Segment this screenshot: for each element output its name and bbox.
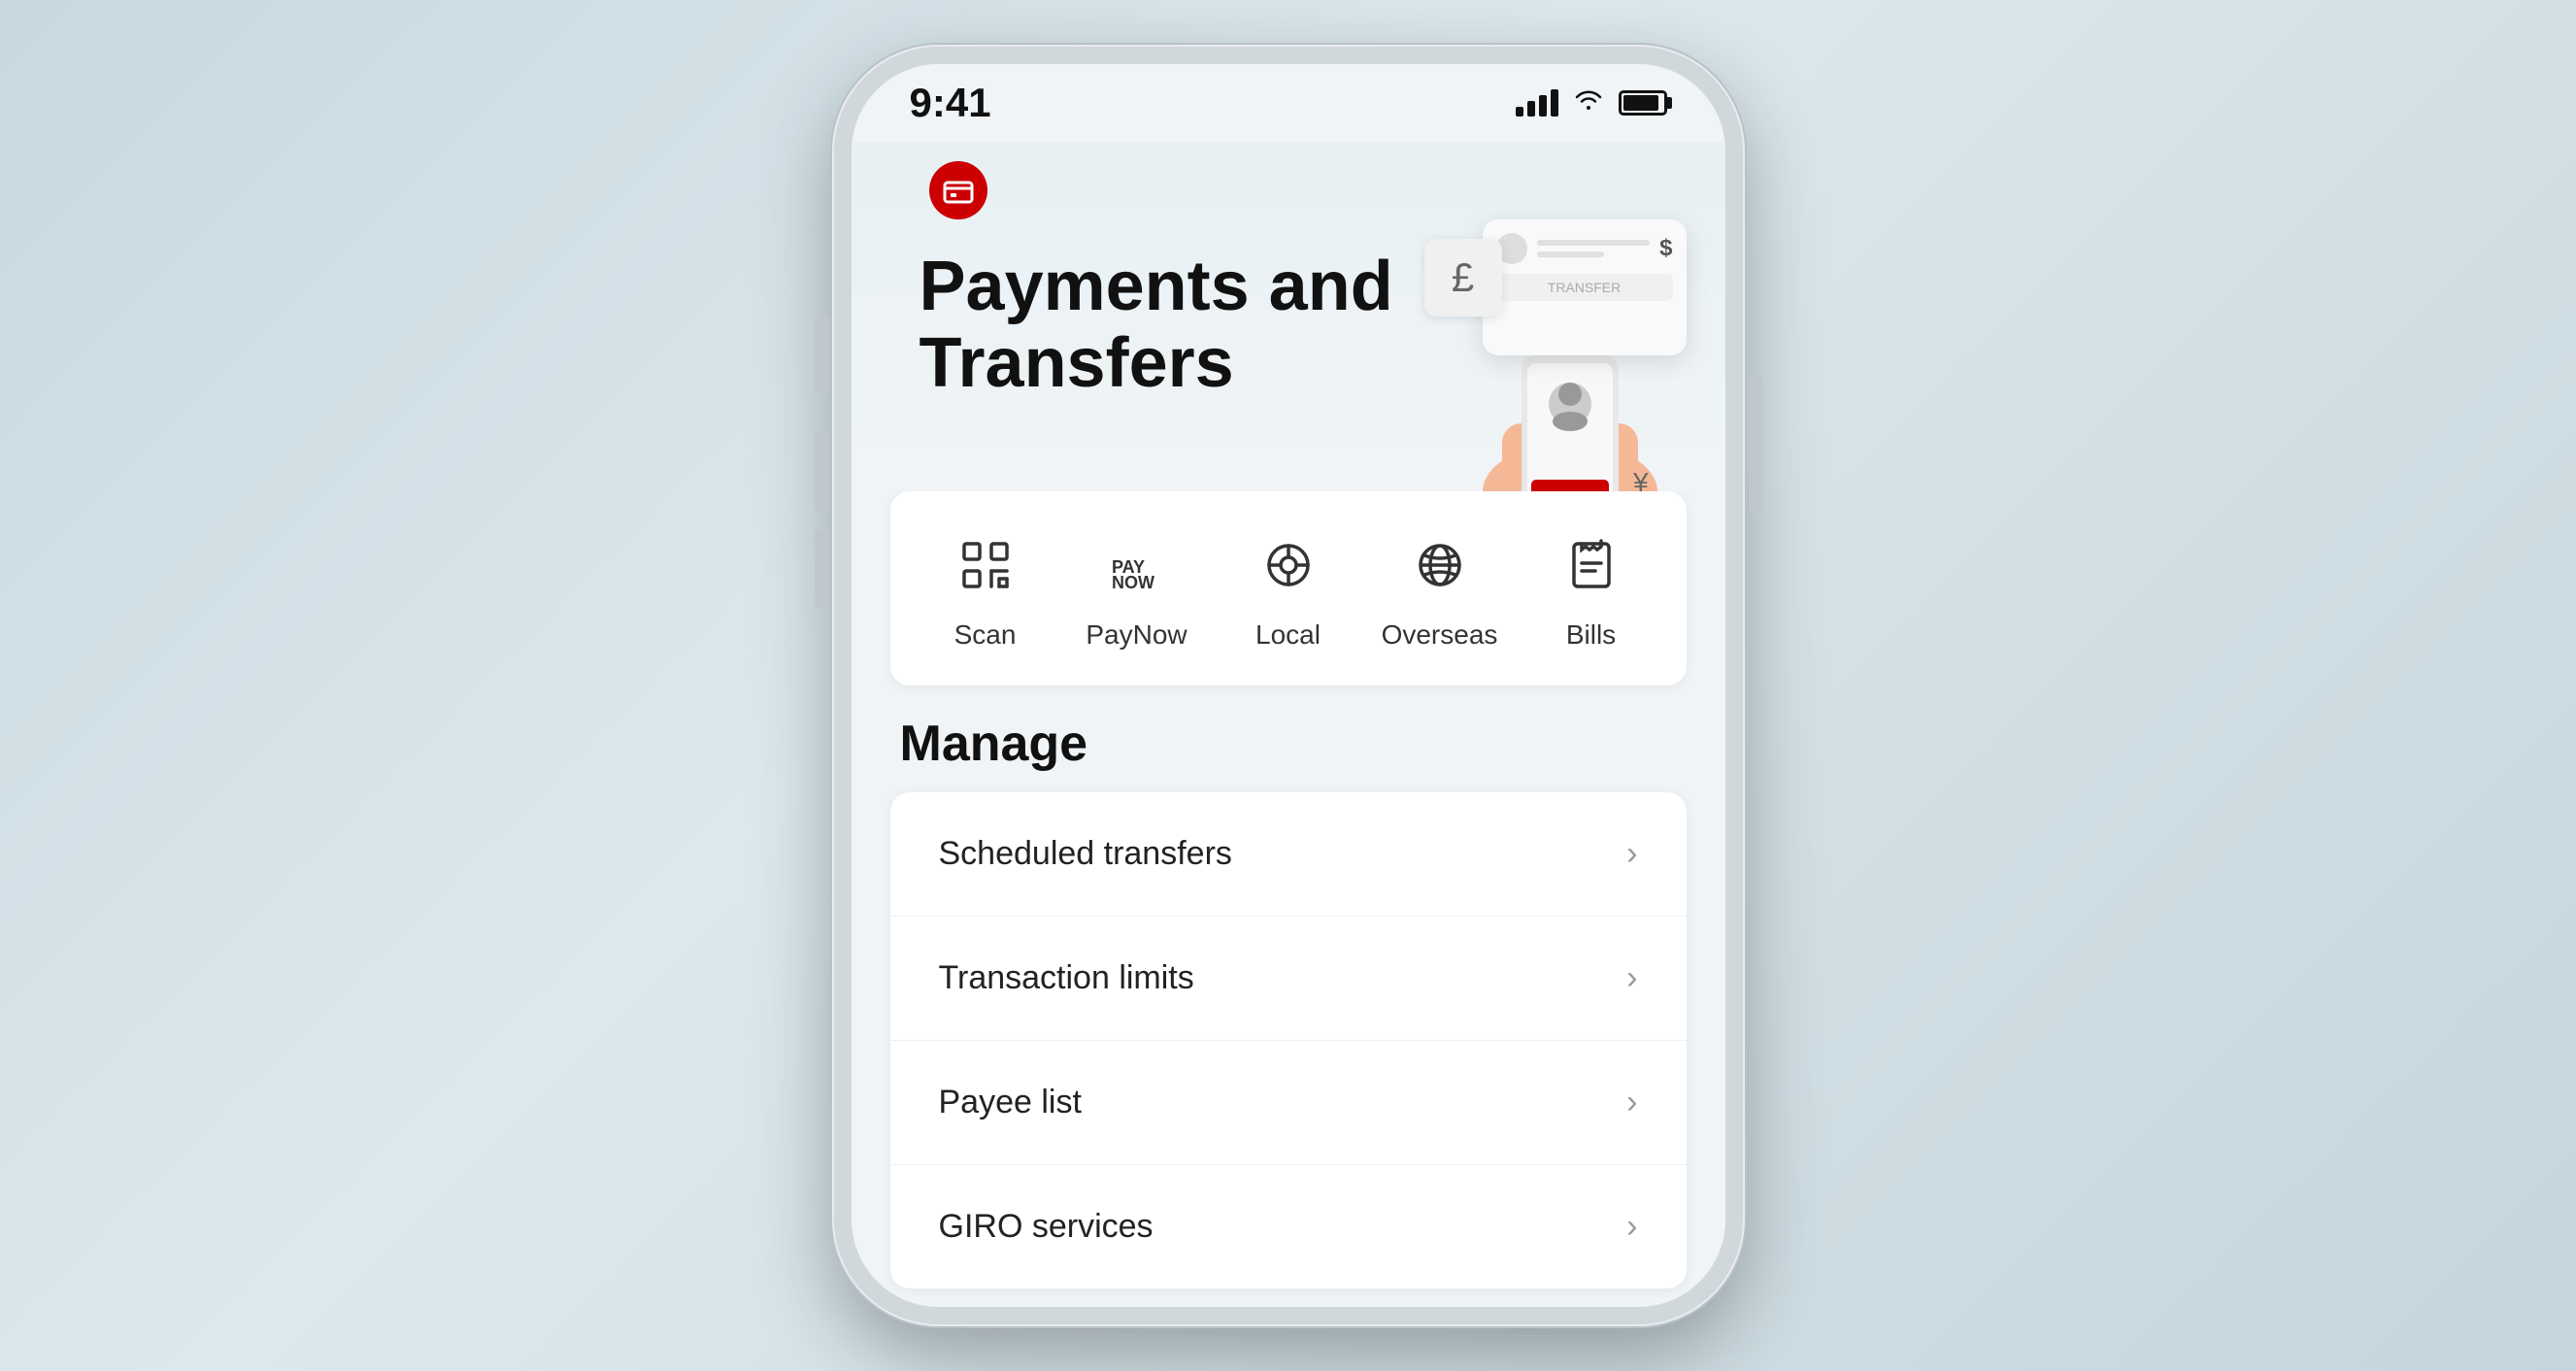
action-overseas-label: Overseas bbox=[1382, 619, 1498, 651]
giro-services-label: GIRO services bbox=[939, 1208, 1154, 1246]
manage-item-scheduled-transfers[interactable]: Scheduled transfers › bbox=[890, 792, 1687, 917]
wifi-icon bbox=[1574, 87, 1603, 118]
chevron-right-icon: › bbox=[1626, 959, 1637, 997]
phone-screen: 9:41 bbox=[852, 64, 1725, 1307]
battery-icon bbox=[1619, 90, 1667, 116]
chevron-right-icon: › bbox=[1626, 1208, 1637, 1246]
phone-frame: 9:41 bbox=[832, 45, 1745, 1326]
action-scan-label: Scan bbox=[954, 619, 1017, 651]
scan-icon bbox=[947, 526, 1024, 604]
action-paynow[interactable]: PAY NOW PayNow bbox=[1079, 526, 1195, 651]
manage-item-payee-list[interactable]: Payee list › bbox=[890, 1041, 1687, 1165]
svg-text:¥: ¥ bbox=[1632, 467, 1649, 491]
chevron-right-icon: › bbox=[1626, 835, 1637, 873]
scheduled-transfers-label: Scheduled transfers bbox=[939, 835, 1232, 873]
action-bills-label: Bills bbox=[1566, 619, 1616, 651]
action-scan[interactable]: Scan bbox=[927, 526, 1044, 651]
action-paynow-label: PayNow bbox=[1086, 619, 1187, 651]
manage-item-giro-services[interactable]: GIRO services › bbox=[890, 1165, 1687, 1288]
hero-section: Payments and Transfers bbox=[852, 142, 1725, 491]
page-title: Payments and Transfers bbox=[920, 249, 1657, 402]
action-overseas[interactable]: Overseas bbox=[1382, 526, 1498, 651]
status-time: 9:41 bbox=[910, 80, 991, 126]
bank-logo-icon bbox=[929, 161, 987, 219]
manage-list: Scheduled transfers › Transaction limits… bbox=[890, 792, 1687, 1288]
manage-section: Manage Scheduled transfers › Transaction… bbox=[852, 715, 1725, 1307]
paynow-icon: PAY NOW bbox=[1098, 526, 1176, 604]
status-bar: 9:41 bbox=[852, 64, 1725, 142]
transaction-limits-label: Transaction limits bbox=[939, 959, 1194, 997]
quick-actions-bar: Scan PAY NOW PayNow bbox=[890, 491, 1687, 686]
manage-item-transaction-limits[interactable]: Transaction limits › bbox=[890, 917, 1687, 1041]
manage-section-title: Manage bbox=[890, 715, 1687, 773]
svg-text:NOW: NOW bbox=[1112, 573, 1154, 592]
overseas-icon bbox=[1401, 526, 1479, 604]
action-local-label: Local bbox=[1255, 619, 1321, 651]
chevron-right-icon: › bbox=[1626, 1084, 1637, 1121]
action-local[interactable]: Local bbox=[1230, 526, 1347, 651]
status-icons bbox=[1516, 87, 1667, 118]
screen-content[interactable]: Payments and Transfers bbox=[852, 142, 1725, 1307]
signal-icon bbox=[1516, 89, 1558, 117]
payee-list-label: Payee list bbox=[939, 1084, 1082, 1121]
local-icon bbox=[1250, 526, 1327, 604]
bills-icon bbox=[1553, 526, 1630, 604]
action-bills[interactable]: Bills bbox=[1533, 526, 1650, 651]
